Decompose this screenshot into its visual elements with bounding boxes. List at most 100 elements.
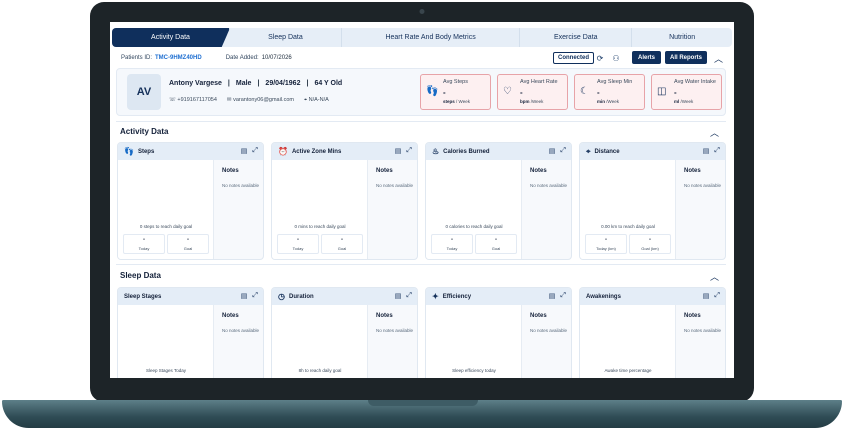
today-label: Today [138,246,150,251]
expand-icon[interactable]: ⤢ [560,147,566,155]
tab-exercise-data[interactable]: Exercise Data [520,28,633,47]
stat-unit: ml /Week [674,99,693,104]
heart-pulse-icon: ♡ [503,86,512,97]
expand-icon[interactable]: ⤢ [560,292,566,300]
expand-icon[interactable]: ⤢ [252,292,258,300]
user-settings-icon[interactable]: ⚇ [609,51,623,65]
card-title: Awakenings [586,293,621,300]
stat-avg-steps: 👣 Avg Steps - steps / Week [420,74,491,110]
today-value: - [297,237,299,243]
all-reports-button[interactable]: All Reports [665,51,708,64]
notes-empty-text: No notes available [684,183,722,188]
patient-id-value: TMC-9HMZ40HD [155,55,202,61]
notes-icon[interactable]: ▤ [549,147,556,155]
stat-unit-bold: bpm [520,99,530,104]
notes-title: Notes [376,313,393,319]
expand-icon[interactable]: ⤢ [252,147,258,155]
notes-icon[interactable]: ▤ [395,292,402,300]
location-pin-icon: ⌖ [586,146,591,156]
email-contact: ✉ varantony06@gmail.com [227,97,294,104]
chart-caption: Sleep Stages Today [146,368,186,373]
chart-area: 0 calories to reach daily goal - Today - Goa… [426,160,522,259]
goal-value: - [341,237,343,243]
stat-value: - [443,88,446,97]
today-label: Today [292,246,304,251]
notes-icon[interactable]: ▤ [241,292,248,300]
tab-activity-data[interactable]: Activity Data [112,28,230,47]
date-added-value: 10/07/2026 [261,55,292,61]
tab-heart-rate-body-metrics[interactable]: Heart Rate And Body Metrics [342,28,521,47]
notes-title: Notes [222,313,239,319]
notes-title: Notes [684,313,701,319]
chart-area: Sleep efficiency today [426,305,522,378]
sleep-card: Awakenings ▤ ⤢ Awake time percentage Notes No… [579,287,726,378]
stat-avg-water-intake: ◫ Avg Water Intake - ml /Week [651,74,722,110]
chart-area: 8h to reach daily goal [272,305,368,378]
chart-area: Sleep Stages Today [118,305,214,378]
card-tools: ▤ ⤢ [703,292,720,300]
stat-title: Avg Water Intake [674,79,716,85]
patient-name: Antony Vargese [169,80,222,87]
footsteps-icon: 👣 [124,147,134,156]
goal-label: Goal (km) [641,246,659,251]
patient-age: 64 Y Old [314,80,343,87]
moon-icon: ☾ [580,86,589,97]
notes-icon[interactable]: ▤ [395,147,402,155]
stat-unit: min /Week [597,99,619,104]
tab-sleep-data[interactable]: Sleep Data [230,28,342,47]
chart-area: 0 steps to reach daily goal - Today - Goal [118,160,214,259]
sleep-card: Sleep Stages ▤ ⤢ Sleep Stages Today Notes No … [117,287,264,378]
goal-box: - Goal (km) [629,234,671,254]
today-value: - [605,237,607,243]
stat-unit-bold: ml [674,99,680,104]
card-tools: ▤ ⤢ [549,147,566,155]
stat-unit-period: /Week [530,99,544,104]
notes-icon[interactable]: ▤ [549,292,556,300]
connected-button[interactable]: Connected [553,52,595,64]
stat-unit-period: /Week [680,99,694,104]
tab-bar: Activity Data Sleep Data Heart Rate And … [112,28,732,47]
collapse-chevron-icon[interactable]: ︿ [714,52,723,65]
sleep-collapse-chevron-icon[interactable]: ︿ [710,270,719,283]
notes-icon[interactable]: ▤ [703,292,710,300]
stat-unit-bold: min [597,99,606,104]
webcam-icon [419,9,425,14]
goal-box: - Goal [167,234,209,254]
patient-location: N/A-N/A [308,97,329,103]
stat-avg-heart-rate: ♡ Avg Heart Rate - bpm /Week [497,74,568,110]
patient-email: varantony06@gmail.com [233,97,294,103]
goal-box: - Goal [321,234,363,254]
activity-card: ⏰ Active Zone Mins ▤ ⤢ 0 mins to reach daily… [271,142,418,260]
section-divider [116,264,726,265]
alerts-button[interactable]: Alerts [632,51,662,64]
chart-area: 0.00 km to reach daily goal - Today (km) - G… [580,160,676,259]
tab-nutrition[interactable]: Nutrition [632,28,732,47]
notes-empty-text: No notes available [222,183,260,188]
stat-unit-period: /Week [606,99,619,104]
notes-icon[interactable]: ▤ [703,147,710,155]
expand-icon[interactable]: ⤢ [714,147,720,155]
refresh-icon[interactable]: ⟳ [593,51,607,65]
stat-unit-bold: steps [443,99,455,104]
expand-icon[interactable]: ⤢ [406,292,412,300]
date-added-label: Date Added: [225,55,259,61]
activity-collapse-chevron-icon[interactable]: ︿ [710,126,719,139]
expand-icon[interactable]: ⤢ [406,147,412,155]
patient-phone: +919167117054 [177,97,217,103]
goal-value: - [649,237,651,243]
notes-icon[interactable]: ▤ [241,147,248,155]
patient-card: AV Antony Vargese | Male | 29/04/1962 | … [116,68,726,116]
patient-dob: 29/04/1962 [265,80,301,87]
card-title: Distance [594,148,620,155]
goal-label: Goal [183,246,193,251]
chart-area: Awake time percentage [580,305,676,378]
goal-text: 0.00 km to reach daily goal [601,224,655,229]
card-title: Active Zone Mins [291,148,342,155]
notes-empty-text: No notes available [376,183,414,188]
activity-section-title: Activity Data [120,127,169,136]
goal-label: Goal [491,246,501,251]
today-value: - [143,237,145,243]
expand-icon[interactable]: ⤢ [714,292,720,300]
goal-value: - [495,237,497,243]
patient-info-bar: Patients ID: TMC-9HMZ40HD Date Added: 10… [112,50,732,66]
